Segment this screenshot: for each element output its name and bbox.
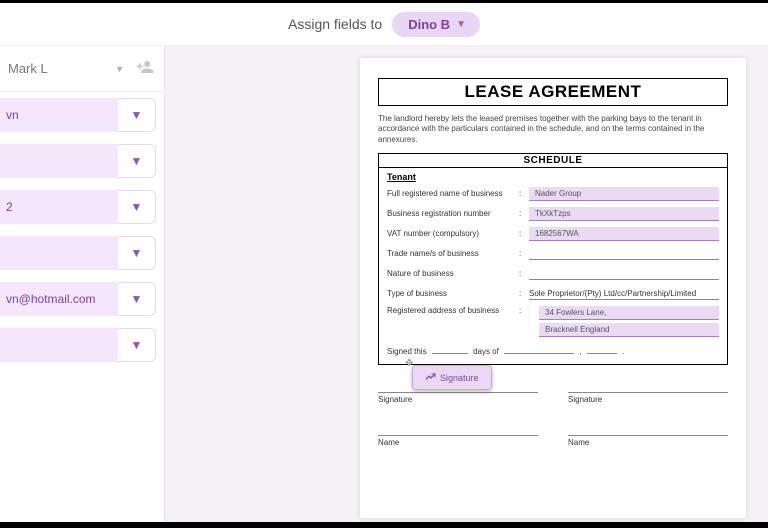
field-body[interactable]: vn@hotmail.com <box>0 282 118 316</box>
signature-col-right: Signature Name <box>568 379 728 447</box>
signature-caption: Signature <box>378 395 538 404</box>
row-label: Full registered name of business <box>387 189 519 198</box>
blank-line[interactable] <box>504 353 574 354</box>
filled-field[interactable]: 34 Fowlers Lane, <box>539 306 719 320</box>
chevron-down-icon: ▼ <box>115 64 124 74</box>
field-dropdown[interactable]: ▼ <box>118 144 156 178</box>
field-body[interactable] <box>0 144 118 178</box>
name-line[interactable] <box>378 422 538 436</box>
form-row: Registered address of business : 34 Fowl… <box>387 306 719 337</box>
field-dropdown[interactable]: ▼ <box>118 236 156 270</box>
signed-this-line: Signed this days of , . <box>387 343 719 356</box>
form-row: Type of business : Sole Proprietor/(Pty)… <box>387 286 719 301</box>
form-row: VAT number (compulsory) : 1682567WA <box>387 226 719 241</box>
field-item: 2 ▼ <box>0 190 156 224</box>
doc-title: LEASE AGREEMENT <box>379 82 727 102</box>
field-dropdown[interactable]: ▼ <box>118 328 156 362</box>
signature-caption: Signature <box>568 395 728 404</box>
assign-label: Assign fields to <box>288 16 382 32</box>
signature-icon <box>425 372 436 383</box>
field-item: vn ▼ <box>0 98 156 132</box>
document-page: LEASE AGREEMENT The landlord hereby lets… <box>360 58 746 518</box>
row-label: Trade name/s of business <box>387 249 519 258</box>
user-selector-row[interactable]: Mark L ▼ <box>0 50 164 92</box>
filled-field[interactable]: Bracknell England <box>539 323 719 337</box>
chevron-down-icon: ▼ <box>456 19 466 30</box>
schedule-heading: SCHEDULE <box>378 153 728 168</box>
field-body[interactable] <box>0 328 118 362</box>
blank-line[interactable] <box>587 353 617 354</box>
assignee-selector[interactable]: Dino B ▼ <box>392 12 480 37</box>
field-body[interactable]: 2 <box>0 190 118 224</box>
doc-intro: The landlord hereby lets the leased prem… <box>378 114 728 145</box>
form-row: Business registration number : TkXkTzps <box>387 206 719 221</box>
filled-field[interactable]: Nader Group <box>529 187 719 201</box>
topbar: Assign fields to Dino B ▼ <box>0 0 768 46</box>
field-item: ▼ <box>0 144 156 178</box>
form-row: Trade name/s of business : <box>387 246 719 261</box>
field-item: ▼ <box>0 236 156 270</box>
row-label: Business registration number <box>387 209 519 218</box>
sidebar: Mark L ▼ vn ▼ ▼ 2 ▼ ▼ vn@hotmail.com ▼ ▼ <box>0 46 165 528</box>
move-icon: ✥ <box>405 358 415 368</box>
blank-line[interactable] <box>432 353 468 354</box>
field-dropdown[interactable]: ▼ <box>118 282 156 316</box>
signature-line[interactable] <box>568 379 728 393</box>
schedule-body: Tenant Full registered name of business … <box>378 168 728 365</box>
doc-title-box: LEASE AGREEMENT <box>378 78 728 106</box>
field-item: ▼ <box>0 328 156 362</box>
form-row: Full registered name of business : Nader… <box>387 186 719 201</box>
drag-label: Signature <box>440 373 479 383</box>
filled-field[interactable]: TkXkTzps <box>529 207 719 221</box>
assignee-name: Dino B <box>408 17 450 32</box>
form-row: Nature of business : <box>387 266 719 281</box>
field-body[interactable] <box>0 236 118 270</box>
add-person-icon[interactable] <box>136 58 154 79</box>
tenant-heading: Tenant <box>387 172 719 182</box>
empty-field[interactable] <box>529 248 719 260</box>
bottom-border <box>0 522 768 528</box>
row-label: Registered address of business <box>387 306 519 315</box>
field-item: vn@hotmail.com ▼ <box>0 282 156 316</box>
empty-field[interactable] <box>529 268 719 280</box>
address-block: 34 Fowlers Lane, Bracknell England <box>529 306 719 337</box>
user-name: Mark L <box>8 61 103 76</box>
name-caption: Name <box>378 438 538 447</box>
draggable-signature-field[interactable]: ✥ Signature <box>412 365 492 390</box>
static-field: Sole Proprietor/(Pty) Ltd/cc/Partnership… <box>529 288 719 300</box>
name-line[interactable] <box>568 422 728 436</box>
field-dropdown[interactable]: ▼ <box>118 190 156 224</box>
field-dropdown[interactable]: ▼ <box>118 98 156 132</box>
row-label: Nature of business <box>387 269 519 278</box>
signature-section: ✥ Signature Signature Name Signature Nam… <box>378 379 728 447</box>
row-label: VAT number (compulsory) <box>387 229 519 238</box>
name-caption: Name <box>568 438 728 447</box>
field-body[interactable]: vn <box>0 98 118 132</box>
filled-field[interactable]: 1682567WA <box>529 227 719 241</box>
row-label: Type of business <box>387 289 519 298</box>
